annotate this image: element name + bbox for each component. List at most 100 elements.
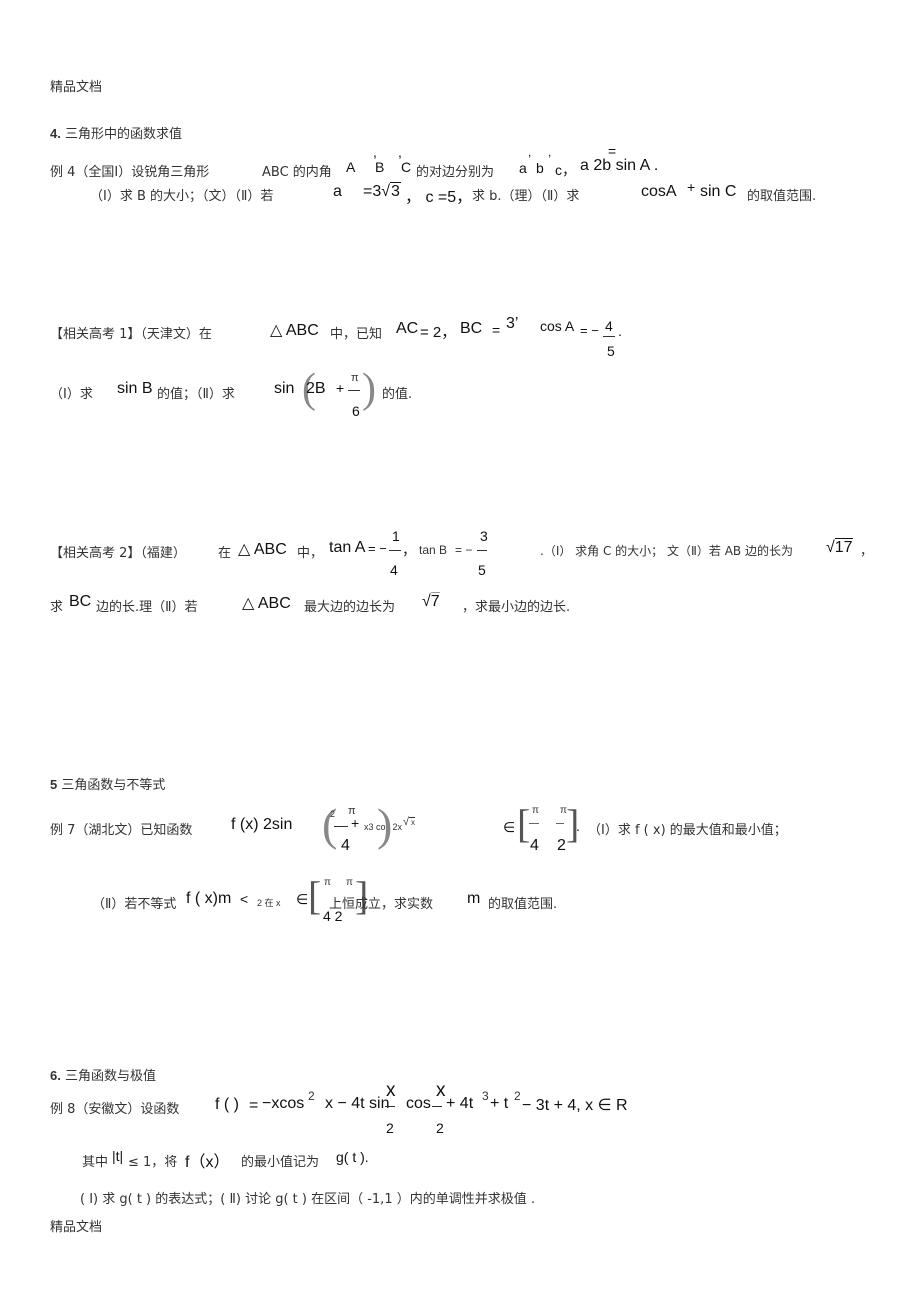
var-A: A	[346, 159, 356, 175]
sqrt-expr: √7	[422, 592, 440, 610]
related-label: 【相关高考 2】（福建）	[50, 542, 186, 561]
section-title: 三角形中的函数求值	[64, 127, 182, 142]
equals-mark: =	[249, 1097, 259, 1114]
math-expr: cosA	[641, 183, 677, 200]
math-expr: tan B	[419, 543, 448, 557]
section-number: 5	[50, 777, 58, 792]
math-expr: x − 4t sin	[325, 1095, 390, 1112]
related-text: 边的长.理（Ⅱ）若	[96, 600, 198, 615]
abs-value: |t|	[112, 1148, 124, 1164]
example-part: （Ⅰ）求 f ( x) 的最大值和最小值；	[588, 823, 787, 838]
math-expr: f（x）	[185, 1154, 230, 1171]
element-of: ∈	[503, 819, 516, 835]
var-a: a	[519, 160, 527, 176]
fraction-denominator: 5	[607, 343, 615, 359]
math-expr: − 3t + 4, x ∈ R	[522, 1097, 628, 1114]
fraction-bar	[432, 1106, 442, 1107]
fraction-bar	[603, 336, 615, 337]
related-text: 中，	[297, 546, 324, 561]
math-expr: sin	[274, 380, 295, 397]
example-part: 上恒成立，求实数	[329, 897, 434, 912]
fraction-bar	[348, 390, 360, 391]
math-expr: g( t ).	[336, 1149, 369, 1165]
math-expr: ， c =5，	[405, 189, 473, 206]
header-watermark: 精品文档	[50, 80, 103, 95]
section-5-heading: 5 三角函数与不等式	[50, 774, 165, 793]
section-number: 4.	[50, 126, 61, 141]
section-title: 三角函数与不等式	[61, 778, 166, 793]
fraction-denominator: 4	[341, 837, 350, 854]
comma-mark: ,	[548, 145, 552, 159]
fraction-denominator: 2	[386, 1120, 394, 1136]
example-part: 的取值范围.	[747, 189, 817, 204]
related-label-text: 【相关高考 1】	[50, 327, 141, 342]
function-def: f (x) 2sin	[231, 816, 293, 833]
footer-watermark: 精品文档	[50, 1220, 103, 1235]
related-text: 的值；（Ⅱ）求	[157, 387, 235, 402]
example-part: 的最小值记为	[241, 1155, 320, 1170]
equals-three: =3	[363, 183, 382, 200]
fraction-bar	[334, 826, 348, 827]
superscript: 2	[330, 809, 336, 819]
example-part: ≤ 1，将	[128, 1155, 178, 1170]
related-source: （福建）	[140, 546, 186, 561]
related-text: 最大边的边长为	[304, 600, 396, 615]
left-paren: (	[322, 799, 338, 850]
left-bracket: [	[517, 801, 531, 846]
superscript: 2	[308, 1089, 315, 1103]
fraction-numerator: π	[351, 372, 359, 384]
right-paren: )	[362, 366, 376, 412]
right-paren: )	[377, 799, 393, 850]
plus-sign: +	[351, 815, 360, 831]
fraction-bar	[529, 823, 539, 824]
interval-denominator: 2	[557, 837, 566, 854]
math-expr: −xcos	[262, 1095, 305, 1112]
triangle-abc: △ ABC	[270, 322, 319, 339]
period: .	[576, 818, 580, 834]
var-C: C	[401, 159, 412, 175]
related-text: ，求最小边的边长.	[462, 600, 571, 615]
related-label-text: 【相关高考 2】	[50, 546, 141, 561]
superscript: 2	[514, 1089, 521, 1103]
fraction-denominator: 4	[390, 562, 398, 578]
interval-numerator: π	[346, 877, 353, 888]
math-expr: 3’	[506, 315, 519, 332]
left-bracket: [	[308, 873, 322, 918]
fraction-numerator: x	[436, 1080, 446, 1101]
less-than: <	[240, 891, 249, 907]
section-4-heading: 4. 三角形中的函数求值	[50, 123, 182, 142]
fraction-numerator: x	[386, 1080, 396, 1101]
section-title: 三角函数与极值	[64, 1069, 156, 1084]
example-text: 的对边分别为	[416, 165, 495, 180]
superscript: 3	[482, 1089, 489, 1103]
triangle-abc: △ ABC	[238, 541, 287, 558]
math-expr: + t	[490, 1095, 509, 1112]
related-text: .（Ⅰ） 求角 C 的大小； 文（Ⅱ）若 AB 边的长为	[540, 544, 793, 558]
interval-denominator: 4	[530, 837, 539, 854]
fraction-bar	[385, 1106, 395, 1107]
related-source: （天津文）在	[140, 327, 212, 342]
fraction-numerator: 1	[392, 528, 400, 544]
fraction-numerator: 4	[605, 318, 613, 334]
equals-mark: = −	[580, 323, 599, 338]
triangle-abc: △ ABC	[242, 595, 291, 612]
comma-mark: ,	[398, 144, 402, 160]
related-text: 中，已知	[330, 327, 383, 342]
math-expr: sin C	[700, 183, 737, 200]
fraction-denominator: 6	[352, 403, 360, 419]
related-label: 【相关高考 1】（天津文）在	[50, 323, 212, 342]
function-name: f ( )	[215, 1096, 239, 1113]
fraction-bar	[389, 550, 401, 551]
related-text: （Ⅰ）求	[50, 387, 93, 402]
math-expr: tan A	[329, 539, 366, 556]
section-6-heading: 6. 三角函数与极值	[50, 1065, 156, 1084]
math-expr: =3√3	[363, 182, 401, 201]
example-label: 例 4（全国Ⅰ）设锐角三角形	[50, 165, 210, 180]
math-expr: = 2，	[420, 324, 457, 341]
element-of: ∈	[296, 891, 309, 907]
math-var: m	[467, 890, 481, 907]
equals-mark: = −	[455, 543, 473, 557]
example-part: （Ⅱ）若不等式	[92, 897, 177, 912]
example-part: ( Ⅰ) 求 g( t ) 的表达式；( Ⅱ) 讨论 g( t ) 在区间（ -…	[80, 1192, 535, 1207]
example-text: ABC 的内角	[262, 165, 332, 180]
